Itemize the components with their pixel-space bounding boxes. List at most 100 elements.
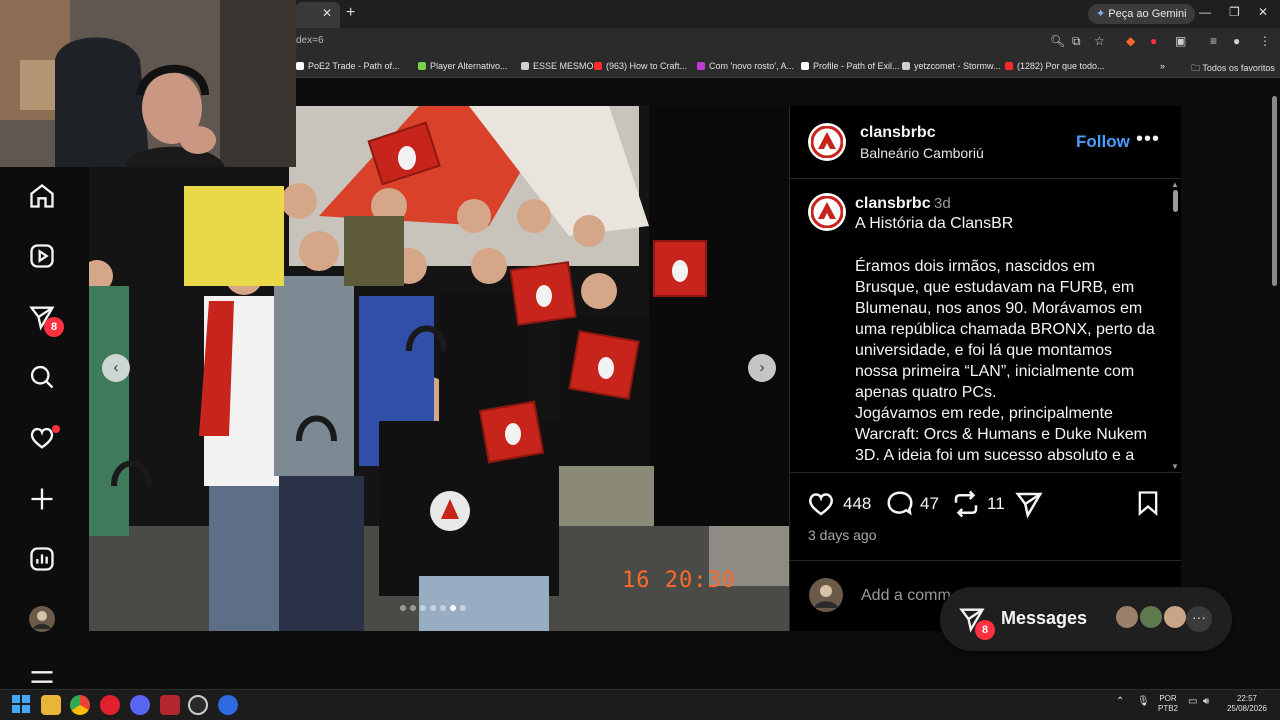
clock[interactable]: 22:57 25/08/2026 bbox=[1222, 694, 1272, 714]
chrome-icon[interactable] bbox=[70, 695, 90, 715]
steam-icon[interactable] bbox=[188, 695, 208, 715]
follow-button[interactable]: Follow bbox=[1076, 132, 1130, 152]
media-icon[interactable]: ≡ bbox=[1210, 34, 1217, 48]
adblock-icon[interactable]: ● bbox=[1150, 34, 1157, 48]
repost-icon[interactable] bbox=[951, 489, 981, 519]
cast-icon[interactable]: ⧉ bbox=[1072, 34, 1081, 49]
bookmark-4[interactable]: Com 'novo rosto', A... bbox=[697, 61, 794, 71]
kebab-menu-icon[interactable]: ⋮ bbox=[1259, 34, 1271, 48]
url-text[interactable]: dex=6 bbox=[296, 35, 324, 46]
profile-icon[interactable]: ● bbox=[1233, 34, 1240, 48]
create-icon bbox=[31, 488, 53, 510]
messages-label: Messages bbox=[1001, 608, 1088, 628]
reposts-count[interactable]: 11 bbox=[987, 494, 1005, 514]
bookmark-label: Profile - Path of Exil... bbox=[813, 61, 900, 71]
new-tab-icon[interactable]: + bbox=[346, 4, 355, 22]
carousel-dot-active[interactable] bbox=[450, 605, 456, 611]
window-close-icon[interactable]: ✕ bbox=[1258, 5, 1268, 19]
post-photo[interactable]: 16 20:30 bbox=[89, 106, 789, 631]
nav-reels[interactable] bbox=[20, 234, 64, 278]
nav-notifications[interactable] bbox=[20, 416, 64, 460]
browser-tab[interactable] bbox=[296, 2, 340, 28]
divider bbox=[789, 560, 1181, 561]
tab-close-icon[interactable]: ✕ bbox=[322, 6, 332, 20]
opera-icon[interactable] bbox=[100, 695, 120, 715]
volume-icon[interactable]: 🔊︎ bbox=[1203, 697, 1209, 707]
zoom-icon[interactable]: 🔍︎ bbox=[1050, 34, 1065, 48]
carousel-dots bbox=[400, 605, 466, 611]
bookmark-3[interactable]: (963) How to Craft... bbox=[594, 61, 687, 71]
nav-profile[interactable] bbox=[20, 597, 64, 641]
save-bookmark-icon[interactable] bbox=[1134, 489, 1162, 517]
extension-fox-icon[interactable]: ◆ bbox=[1126, 34, 1135, 48]
app-icon[interactable] bbox=[160, 695, 180, 715]
language-indicator[interactable]: POR PTB2 bbox=[1158, 694, 1178, 714]
caption-avatar[interactable] bbox=[808, 193, 846, 231]
post-author-username[interactable]: clansbrbc bbox=[860, 124, 936, 142]
carousel-dot[interactable] bbox=[440, 605, 446, 611]
carousel-dot[interactable] bbox=[420, 605, 426, 611]
bookmark-2[interactable]: ESSE MESMO bbox=[521, 61, 594, 71]
posted-ago: 3 days ago bbox=[808, 527, 877, 543]
file-explorer-icon[interactable] bbox=[41, 695, 61, 715]
caption-scroll-thumb[interactable] bbox=[1173, 190, 1178, 212]
discord-icon[interactable] bbox=[130, 695, 150, 715]
gemini-button[interactable]: ✦ Peça ao Gemini bbox=[1088, 4, 1195, 24]
like-heart-icon[interactable] bbox=[806, 489, 836, 519]
carousel-dot[interactable] bbox=[460, 605, 466, 611]
bookmark-favicon bbox=[801, 62, 809, 70]
page-scroll-thumb[interactable] bbox=[1272, 96, 1277, 286]
bookmark-label: PoE2 Trade - Path of... bbox=[308, 61, 400, 71]
nav-home[interactable] bbox=[20, 174, 64, 218]
nav-create[interactable] bbox=[20, 477, 64, 521]
more-messages-icon[interactable]: ··· bbox=[1186, 606, 1212, 632]
author-avatar[interactable] bbox=[808, 123, 846, 161]
bookmark-favicon bbox=[594, 62, 602, 70]
bookmark-1[interactable]: Player Alternativo... bbox=[418, 61, 508, 71]
extensions-icon[interactable]: ▣ bbox=[1175, 34, 1186, 48]
monitor-icon[interactable]: ▭ bbox=[1188, 697, 1197, 707]
share-icon[interactable] bbox=[1014, 489, 1044, 519]
carousel-next-button[interactable]: › bbox=[748, 354, 776, 382]
bookmarks-overflow-icon[interactable]: » bbox=[1160, 61, 1165, 71]
photo-date-stamp: 16 20:30 bbox=[622, 568, 736, 593]
all-favorites[interactable]: 🗀 Todos os favoritos bbox=[1191, 61, 1275, 77]
carousel-dot[interactable] bbox=[430, 605, 436, 611]
comments-count[interactable]: 47 bbox=[920, 494, 939, 514]
windows-start-icon[interactable] bbox=[12, 695, 30, 713]
bookmark-0[interactable]: PoE2 Trade - Path of... bbox=[296, 61, 400, 71]
scroll-down-icon[interactable]: ▼ bbox=[1171, 462, 1179, 471]
divider bbox=[789, 472, 1181, 473]
carousel-dot[interactable] bbox=[400, 605, 406, 611]
group-photo-image bbox=[89, 106, 789, 631]
message-avatar[interactable] bbox=[1114, 604, 1140, 630]
webcam-overlay bbox=[0, 0, 296, 167]
bookmark-6[interactable]: yetzcomet - Stormw... bbox=[902, 61, 1001, 71]
tray-chevron-icon[interactable]: ⌃ bbox=[1116, 697, 1124, 707]
message-avatar[interactable] bbox=[1138, 604, 1164, 630]
language-code: POR bbox=[1159, 694, 1177, 703]
add-comment-input[interactable]: Add a comm bbox=[861, 587, 951, 605]
bookmark-5[interactable]: Profile - Path of Exil... bbox=[801, 61, 900, 71]
chevron-right-icon: › bbox=[759, 359, 765, 376]
bookmark-star-icon[interactable]: ☆ bbox=[1094, 34, 1105, 48]
restore-icon[interactable]: ❐ bbox=[1229, 5, 1240, 19]
scroll-up-icon[interactable]: ▲ bbox=[1171, 180, 1179, 189]
screen: ✕ + ✦ Peça ao Gemini — ❐ ✕ dex=6 🔍︎ ⧉ ☆ … bbox=[0, 0, 1280, 720]
caption-scrollbar[interactable] bbox=[1172, 182, 1178, 470]
nav-insights[interactable] bbox=[20, 537, 64, 581]
likes-count[interactable]: 448 bbox=[843, 494, 871, 514]
more-options-icon[interactable]: ••• bbox=[1136, 128, 1160, 151]
message-avatar[interactable] bbox=[1162, 604, 1188, 630]
carousel-dot[interactable] bbox=[410, 605, 416, 611]
caption-username[interactable]: clansbrbc bbox=[855, 195, 931, 213]
bookmark-7[interactable]: (1282) Por que todo... bbox=[1005, 61, 1105, 71]
comment-icon[interactable] bbox=[885, 489, 915, 519]
minimize-icon[interactable]: — bbox=[1199, 5, 1211, 19]
carousel-prev-button[interactable]: ‹ bbox=[102, 354, 130, 382]
post-location[interactable]: Balneário Camboriú bbox=[860, 145, 984, 161]
bookmark-favicon bbox=[521, 62, 529, 70]
ea-app-icon[interactable] bbox=[218, 695, 238, 715]
nav-search[interactable] bbox=[20, 355, 64, 399]
microphone-icon[interactable]: 🎙︎ bbox=[1137, 697, 1150, 707]
